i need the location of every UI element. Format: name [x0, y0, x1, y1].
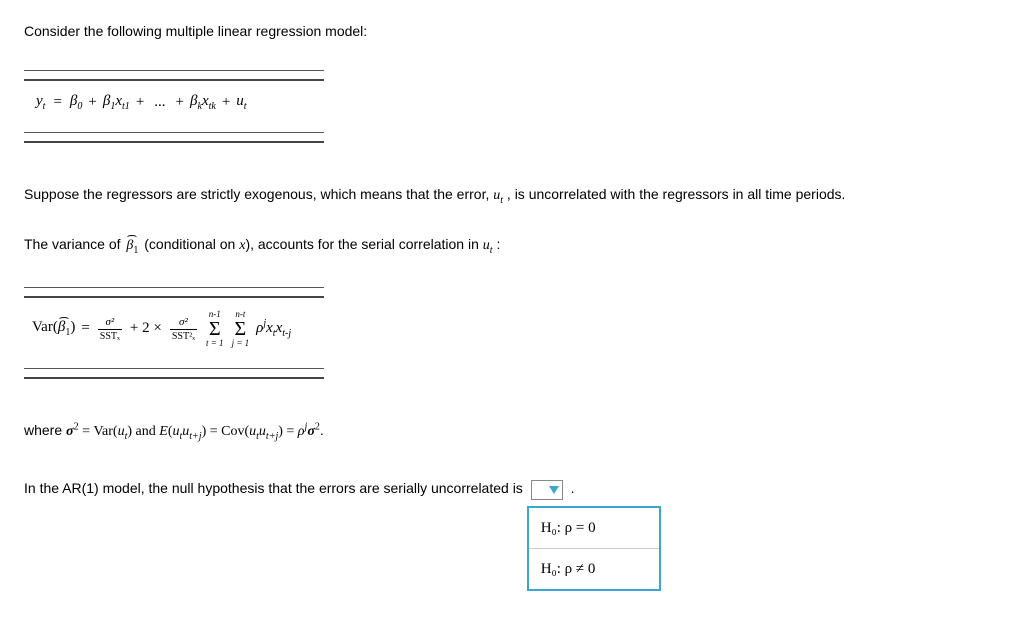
rule-top: [24, 70, 324, 71]
dropdown-option-0[interactable]: H₀: ρ = 0: [529, 508, 659, 549]
equation-1-box: yt = β0 + β1xt1 + ... + βkxtk + ut: [24, 70, 1000, 143]
dropdown-option-1[interactable]: H₀: ρ ≠ 0: [529, 549, 659, 589]
equation-2-box: Var(β1) = σ² SSTₓ + 2 × σ² SST²ₓ n-1 Σ t…: [24, 287, 1000, 379]
rule-top-2: [24, 287, 324, 288]
equation-1: yt = β0 + β1xt1 + ... + βkxtk + ut: [24, 81, 1000, 124]
paragraph-where: where σ2 = Var(ut) and E(utut+j) = Cov(u…: [24, 419, 1000, 445]
dropdown-panel: H₀: ρ = 0 H₀: ρ ≠ 0: [527, 506, 661, 591]
paragraph-ar1: In the AR(1) model, the null hypothesis …: [24, 477, 1000, 500]
rule-bottom-bold: [24, 141, 324, 143]
equation-2: Var(β1) = σ² SSTₓ + 2 × σ² SST²ₓ n-1 Σ t…: [24, 298, 1000, 360]
rule-bottom-bold-2: [24, 377, 324, 379]
rule-bottom-2: [24, 368, 324, 369]
paragraph-exogenous: Suppose the regressors are strictly exog…: [24, 183, 1000, 209]
hypothesis-dropdown[interactable]: [531, 480, 563, 500]
paragraph-variance: The variance of β1 (conditional on x), a…: [24, 233, 1000, 259]
intro-text: Consider the following multiple linear r…: [24, 20, 1000, 42]
rule-bottom: [24, 132, 324, 133]
